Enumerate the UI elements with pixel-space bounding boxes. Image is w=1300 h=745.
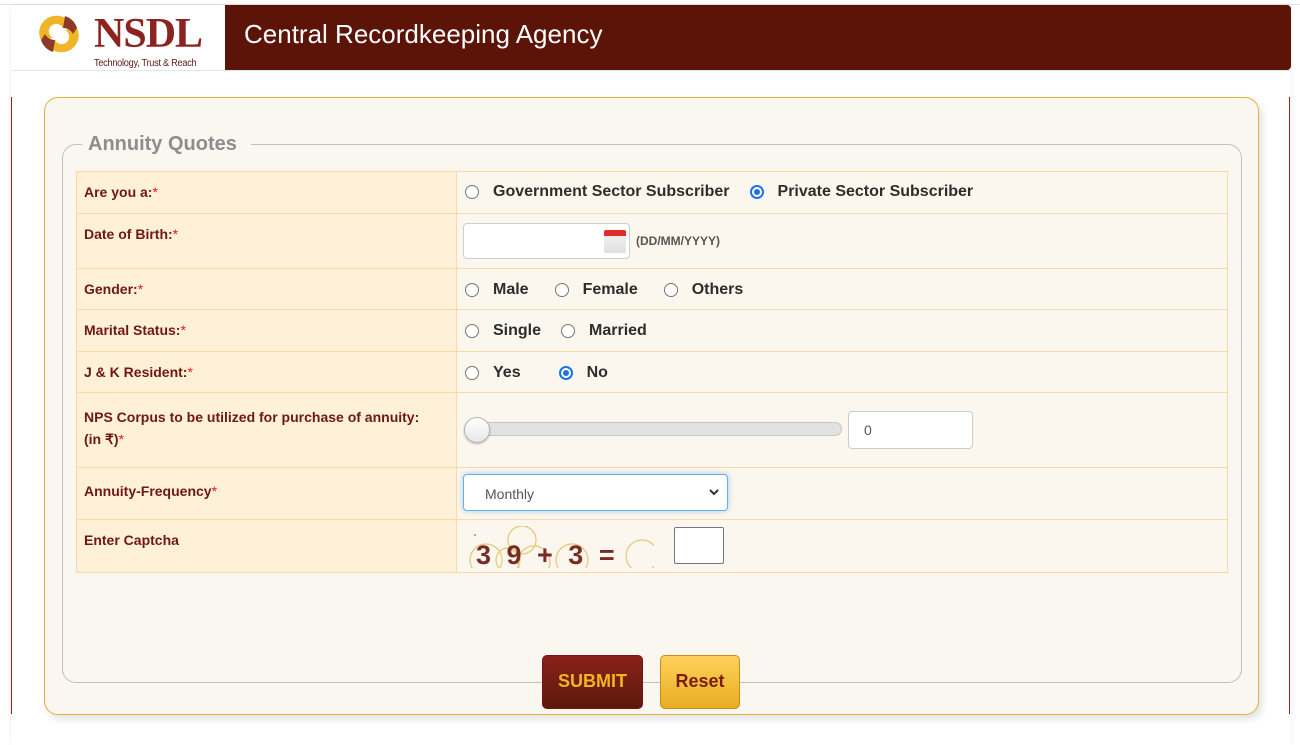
annuity-quotes-card: Annuity Quotes Are you a:* Government Se… [44, 97, 1259, 715]
jk-resident-label: J & K Resident:* [76, 351, 457, 393]
radio-female[interactable] [554, 282, 569, 297]
private-sector-label[interactable]: Private Sector Subscriber [778, 183, 974, 201]
page-title: Central Recordkeeping Agency [244, 19, 603, 49]
radio-government-sector[interactable] [465, 185, 479, 199]
radio-married[interactable] [561, 324, 576, 338]
female-label[interactable]: Female [583, 281, 638, 299]
nsdl-swirl-logo-icon [39, 15, 79, 53]
married-label[interactable]: Married [589, 322, 647, 340]
calendar-icon[interactable] [604, 229, 626, 253]
site-header: NSDL Technology, Trust & Reach Central R… [11, 5, 1291, 71]
single-label[interactable]: Single [493, 322, 541, 340]
form-row-dob: Date of Birth:* (DD/MM/YYYY) [76, 213, 1228, 269]
form-row-subscriber-type: Are you a:* Government Sector Subscriber… [76, 171, 1228, 214]
form-row-jk-resident: J & K Resident:* Yes No [76, 351, 1228, 393]
form-row-corpus: NPS Corpus to be utilized for purchase o… [76, 392, 1228, 468]
form-row-captcha: Enter Captcha 3 9 + 3 = [76, 519, 1228, 573]
captcha-label: Enter Captcha [76, 519, 457, 573]
captcha-image: 3 9 + 3 = [469, 526, 654, 568]
annuity-frequency-select[interactable]: Monthly [463, 474, 728, 511]
fieldset-legend: Annuity Quotes [82, 132, 251, 156]
jk-yes-label[interactable]: Yes [493, 364, 521, 382]
left-border-line [11, 97, 12, 714]
annuity-form-table: Are you a:* Government Sector Subscriber… [76, 171, 1228, 573]
annuity-quotes-fieldset: Annuity Quotes Are you a:* Government Se… [62, 132, 1242, 709]
logo-tagline: Technology, Trust & Reach [94, 58, 197, 69]
radio-single[interactable] [465, 324, 479, 338]
corpus-slider-handle[interactable] [464, 417, 490, 443]
right-border-line [1289, 97, 1290, 714]
submit-button[interactable]: SUBMIT [542, 655, 643, 709]
radio-private-sector[interactable] [749, 185, 764, 199]
nsdl-logo[interactable]: NSDL Technology, Trust & Reach [33, 8, 223, 70]
chevron-down-icon [709, 489, 719, 496]
dob-format-hint: (DD/MM/YYYY) [636, 233, 720, 248]
form-row-frequency: Annuity-Frequency* Monthly [76, 467, 1228, 520]
header-banner: Central Recordkeeping Agency [225, 5, 1291, 70]
male-label[interactable]: Male [493, 281, 529, 299]
radio-jk-no[interactable] [558, 365, 573, 380]
others-label[interactable]: Others [692, 281, 744, 299]
captcha-input[interactable] [674, 527, 724, 564]
reset-button[interactable]: Reset [660, 655, 740, 709]
radio-others[interactable] [663, 282, 678, 297]
subscriber-type-label: Are you a:* [76, 171, 457, 214]
corpus-label: NPS Corpus to be utilized for purchase o… [76, 392, 457, 468]
form-row-marital-status: Marital Status:* Single Married [76, 309, 1228, 352]
radio-jk-yes[interactable] [465, 365, 479, 380]
marital-status-label: Marital Status:* [76, 309, 457, 352]
radio-male[interactable] [465, 282, 479, 297]
captcha-text: 3 9 + 3 = [476, 540, 615, 568]
dob-input[interactable] [463, 222, 630, 259]
jk-no-label[interactable]: No [587, 364, 608, 382]
form-row-gender: Gender:* Male Female Others [76, 268, 1228, 310]
gender-label: Gender:* [76, 268, 457, 310]
dob-label: Date of Birth:* [76, 213, 457, 269]
selected-frequency: Monthly [485, 486, 535, 502]
frequency-label: Annuity-Frequency* [76, 467, 457, 520]
government-sector-label[interactable]: Government Sector Subscriber [493, 183, 730, 201]
corpus-slider[interactable] [464, 417, 842, 443]
corpus-amount-input[interactable]: 0 [848, 411, 973, 449]
logo-wordmark: NSDL [94, 11, 203, 57]
